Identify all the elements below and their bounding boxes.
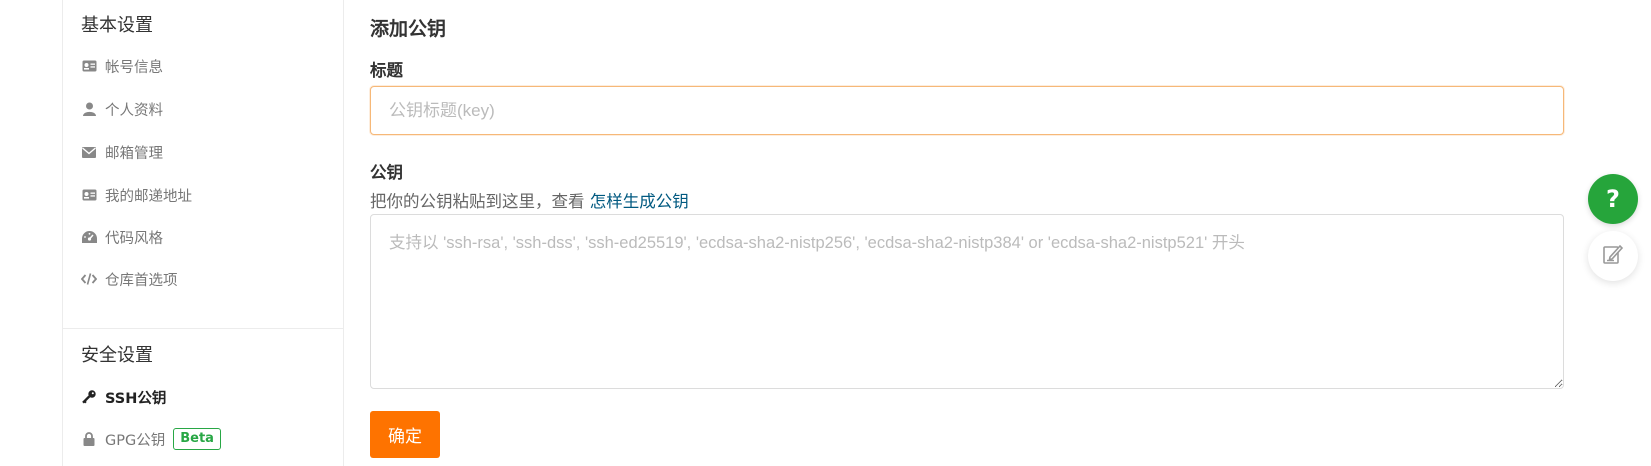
code-icon [81,271,97,287]
title-label: 标题 [370,61,403,80]
sidebar-divider [63,328,343,329]
floating-help-button[interactable]: ? [1588,174,1638,224]
help-text: 把你的公钥粘贴到这里，查看 [370,192,590,211]
sidebar-item-repo-preferences[interactable]: 仓库首选项 [81,268,178,290]
add-ssh-key-form: 添加公钥 标题 公钥 把你的公钥粘贴到这里，查看 怎样生成公钥 确定 [370,0,1564,466]
key-icon [81,389,97,405]
sidebar-item-email[interactable]: 邮箱管理 [81,141,163,163]
key-title-input[interactable] [370,86,1564,135]
sidebar-item-profile[interactable]: 个人资料 [81,98,163,120]
security-settings-title: 安全设置 [81,345,153,366]
how-to-generate-key-link[interactable]: 怎样生成公钥 [590,192,689,211]
sidebar-item-code-style[interactable]: 代码风格 [81,226,163,248]
sidebar-item-label: GPG公钥 [105,432,166,449]
confirm-button[interactable]: 确定 [370,411,440,458]
form-title: 添加公钥 [370,18,447,40]
sidebar-item-label: 仓库首选项 [105,272,178,289]
sidebar-item-label: 邮箱管理 [105,145,163,162]
basic-settings-title: 基本设置 [81,15,153,36]
dashboard-icon [81,229,97,245]
floating-feedback-button[interactable] [1588,231,1638,281]
edit-icon [1602,243,1624,269]
sidebar-item-label: 帐号信息 [105,59,163,76]
lock-icon [81,431,97,447]
sidebar-item-label: 代码风格 [105,230,163,247]
sidebar-item-account-info[interactable]: 帐号信息 [81,55,163,77]
key-label: 公钥 [370,163,403,182]
sidebar-item-label: 我的邮递地址 [105,188,192,205]
public-key-textarea[interactable] [370,214,1564,389]
id-card-icon [81,58,97,74]
user-icon [81,101,97,117]
key-help-text: 把你的公钥粘贴到这里，查看 怎样生成公钥 [370,188,689,212]
envelope-icon [81,144,97,160]
sidebar-item-ssh-keys[interactable]: SSH公钥 [81,386,166,408]
sidebar-item-label: 个人资料 [105,102,163,119]
settings-sidebar: 基本设置 帐号信息 个人资料 邮箱管理 我的邮递地址 代码风格 仓库首选项 安全… [62,0,344,466]
sidebar-item-mailing-address[interactable]: 我的邮递地址 [81,184,192,206]
question-mark-icon: ? [1606,185,1620,213]
sidebar-item-gpg-keys[interactable]: GPG公钥 Beta [81,428,221,450]
sidebar-item-label: SSH公钥 [105,390,167,407]
address-card-icon [81,187,97,203]
beta-badge: Beta [173,428,221,450]
